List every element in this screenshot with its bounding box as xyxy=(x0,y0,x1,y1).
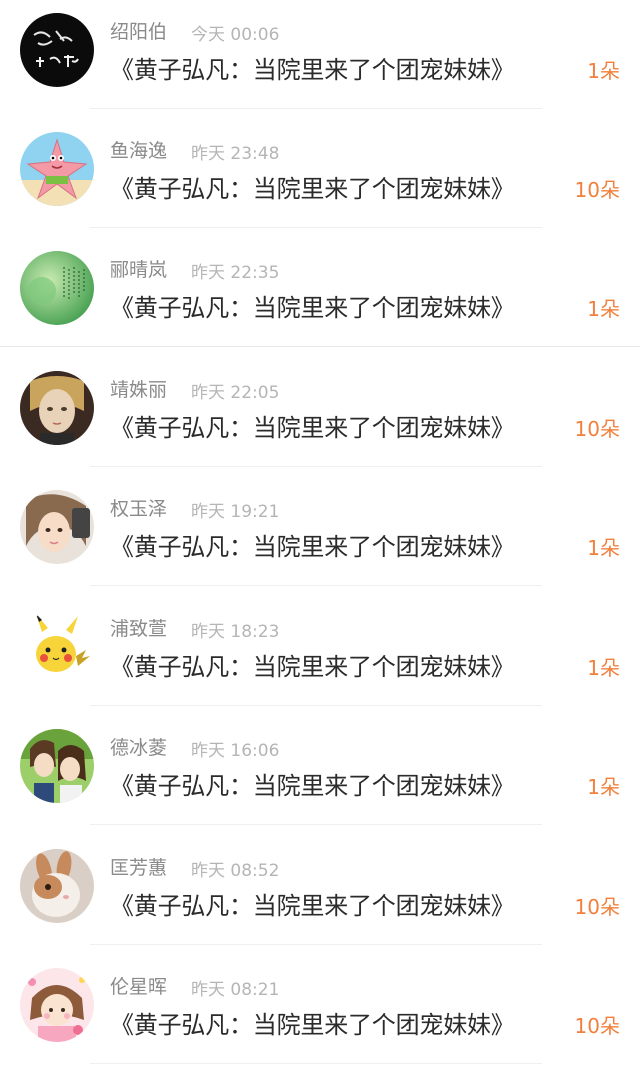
item-title[interactable]: 《黄子弘凡：当院里来了个团宠妹妹》 xyxy=(110,1005,515,1040)
user-name[interactable]: 郦晴岚 xyxy=(110,255,167,282)
user-name[interactable]: 权玉泽 xyxy=(110,494,167,521)
list-item[interactable]: 权玉泽 昨天 19:21 《黄子弘凡：当院里来了个团宠妹妹》 1朵 xyxy=(0,477,640,596)
timestamp: 昨天 23:48 xyxy=(191,144,280,164)
list-item[interactable]: 伦星晖 昨天 08:21 《黄子弘凡：当院里来了个团宠妹妹》 10朵 xyxy=(0,955,640,1074)
calligraphy-avatar-icon[interactable] xyxy=(20,13,94,87)
item-title[interactable]: 《黄子弘凡：当院里来了个团宠妹妹》 xyxy=(110,50,515,85)
user-name[interactable]: 靖姝丽 xyxy=(110,375,167,402)
timestamp: 昨天 16:06 xyxy=(191,741,280,761)
user-name[interactable]: 匡芳蕙 xyxy=(110,853,167,880)
item-title[interactable]: 《黄子弘凡：当院里来了个团宠妹妹》 xyxy=(110,169,515,204)
flower-count: 1朵 xyxy=(587,536,620,560)
timestamp: 昨天 08:52 xyxy=(191,861,280,881)
cartoon-girl-avatar-icon[interactable] xyxy=(20,968,94,1042)
green-poem-avatar-icon[interactable] xyxy=(20,251,94,325)
timestamp: 昨天 22:35 xyxy=(191,263,280,283)
divider xyxy=(90,1063,542,1064)
user-name[interactable]: 德冰菱 xyxy=(110,733,167,760)
divider xyxy=(90,824,542,825)
divider xyxy=(90,227,542,228)
timestamp: 昨天 18:23 xyxy=(191,622,280,642)
item-title[interactable]: 《黄子弘凡：当院里来了个团宠妹妹》 xyxy=(110,288,515,323)
user-name[interactable]: 绍阳伯 xyxy=(110,17,167,44)
timestamp: 昨天 08:21 xyxy=(191,980,280,1000)
flower-count: 10朵 xyxy=(574,417,620,441)
item-title[interactable]: 《黄子弘凡：当院里来了个团宠妹妹》 xyxy=(110,647,515,682)
user-name[interactable]: 鱼海逸 xyxy=(110,136,167,163)
list-item[interactable]: 靖姝丽 昨天 22:05 《黄子弘凡：当院里来了个团宠妹妹》 10朵 xyxy=(0,358,640,477)
list-item[interactable]: 绍阳伯 今天 00:06 《黄子弘凡：当院里来了个团宠妹妹》 1朵 xyxy=(0,0,640,119)
divider xyxy=(90,944,542,945)
flower-count: 10朵 xyxy=(574,895,620,919)
flower-count: 1朵 xyxy=(587,775,620,799)
list-item[interactable]: 郦晴岚 昨天 22:35 《黄子弘凡：当院里来了个团宠妹妹》 1朵 xyxy=(0,238,640,357)
item-title[interactable]: 《黄子弘凡：当院里来了个团宠妹妹》 xyxy=(110,886,515,921)
anime-couple-avatar-icon[interactable] xyxy=(20,729,94,803)
list-item[interactable]: 德冰菱 昨天 16:06 《黄子弘凡：当院里来了个团宠妹妹》 1朵 xyxy=(0,716,640,835)
divider xyxy=(90,466,542,467)
doll-avatar-icon[interactable] xyxy=(20,371,94,445)
item-title[interactable]: 《黄子弘凡：当院里来了个团宠妹妹》 xyxy=(110,408,515,443)
item-title[interactable]: 《黄子弘凡：当院里来了个团宠妹妹》 xyxy=(110,527,515,562)
starfish-avatar-icon[interactable] xyxy=(20,132,94,206)
item-title[interactable]: 《黄子弘凡：当院里来了个团宠妹妹》 xyxy=(110,766,515,801)
timestamp: 昨天 22:05 xyxy=(191,383,280,403)
flower-count: 10朵 xyxy=(574,1014,620,1038)
divider xyxy=(0,346,640,347)
list-item[interactable]: 鱼海逸 昨天 23:48 《黄子弘凡：当院里来了个团宠妹妹》 10朵 xyxy=(0,119,640,238)
divider xyxy=(90,705,542,706)
list-item[interactable]: 匡芳蕙 昨天 08:52 《黄子弘凡：当院里来了个团宠妹妹》 10朵 xyxy=(0,836,640,955)
pikachu-avatar-icon[interactable] xyxy=(20,610,94,684)
user-name[interactable]: 伦星晖 xyxy=(110,972,167,999)
flower-count: 1朵 xyxy=(587,656,620,680)
timestamp: 昨天 19:21 xyxy=(191,502,280,522)
divider xyxy=(90,108,542,109)
flower-count: 10朵 xyxy=(574,178,620,202)
rabbit-avatar-icon[interactable] xyxy=(20,849,94,923)
flower-count: 1朵 xyxy=(587,59,620,83)
list-item[interactable]: 浦致萱 昨天 18:23 《黄子弘凡：当院里来了个团宠妹妹》 1朵 xyxy=(0,597,640,716)
divider xyxy=(90,585,542,586)
user-name[interactable]: 浦致萱 xyxy=(110,614,167,641)
timestamp: 今天 00:06 xyxy=(191,25,280,45)
flower-count: 1朵 xyxy=(587,297,620,321)
girl-selfie-avatar-icon[interactable] xyxy=(20,490,94,564)
